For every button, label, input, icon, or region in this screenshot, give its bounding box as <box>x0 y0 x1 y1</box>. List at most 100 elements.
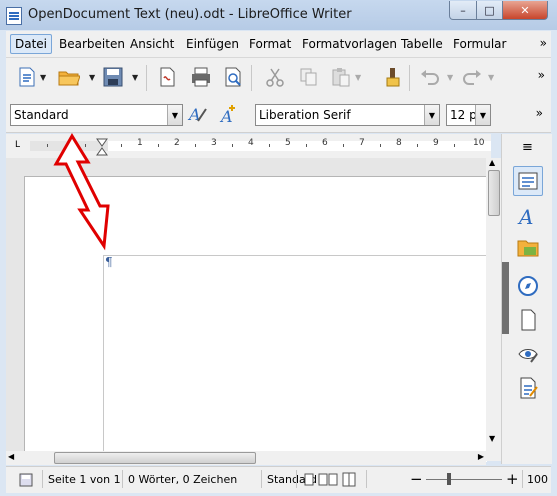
formatting-toolbar-overflow-button[interactable]: » <box>536 106 543 120</box>
document-modified-icon[interactable] <box>19 473 33 487</box>
scroll-left-icon[interactable]: ◀ <box>8 452 14 461</box>
tab-stop-selector[interactable]: L <box>15 140 20 150</box>
multi-page-view-icon[interactable] <box>318 473 338 486</box>
menu-bearbeiten[interactable]: Bearbeiten <box>59 37 125 51</box>
save-icon[interactable] <box>102 66 124 88</box>
ruler-number: 7 <box>359 138 365 148</box>
standard-toolbar-overflow-button[interactable]: » <box>538 68 545 82</box>
zoom-slider-thumb[interactable] <box>447 473 451 485</box>
text-boundary-top <box>103 255 487 256</box>
horizontal-scroll-thumb[interactable] <box>54 452 256 464</box>
update-style-icon[interactable]: A <box>186 103 208 125</box>
navigator-icon[interactable] <box>516 274 540 298</box>
cut-icon[interactable] <box>264 66 286 88</box>
chevron-down-icon[interactable]: ▼ <box>475 105 490 125</box>
menu-bar: Datei Bearbeiten Ansicht Einfügen Format… <box>6 31 551 58</box>
font-name-combobox[interactable]: Liberation Serif ▼ <box>255 104 440 126</box>
chevron-down-icon[interactable]: ▼ <box>167 105 182 125</box>
horizontal-scrollbar[interactable]: ◀ ▶ <box>6 451 486 465</box>
minimize-button[interactable]: – <box>449 1 477 20</box>
font-size-combobox[interactable]: 12 pt ▼ <box>446 104 491 126</box>
sidebar-collapse-handle[interactable] <box>502 262 509 334</box>
toolbar-separator <box>146 65 147 91</box>
open-dropdown-caret[interactable]: ▼ <box>89 73 95 82</box>
redo-dropdown-caret[interactable]: ▼ <box>488 73 494 82</box>
paste-icon[interactable] <box>330 66 352 88</box>
document-area[interactable]: ¶ <box>6 158 487 462</box>
design-icon[interactable] <box>516 376 540 400</box>
vertical-scroll-thumb[interactable] <box>488 170 500 216</box>
ruler-number: 2 <box>174 138 180 148</box>
paste-dropdown-caret[interactable]: ▼ <box>355 73 361 82</box>
indent-marker[interactable] <box>96 138 108 156</box>
menu-overflow-button[interactable]: » <box>540 36 547 50</box>
toolbar-separator <box>409 65 410 91</box>
document-page[interactable]: ¶ <box>24 176 487 462</box>
horizontal-ruler[interactable]: L 1 2 3 4 5 6 7 8 9 10 <box>6 134 491 158</box>
standard-toolbar: ▼ ▼ ▼ ▼ ▼ ▼ » <box>6 58 551 98</box>
chevron-down-icon[interactable]: ▼ <box>424 105 439 125</box>
print-preview-icon[interactable] <box>222 66 244 88</box>
zoom-percent[interactable]: 100 <box>527 473 548 486</box>
gallery-icon[interactable] <box>516 236 540 260</box>
print-icon[interactable] <box>190 66 212 88</box>
svg-text:A: A <box>517 205 533 228</box>
menu-datei[interactable]: Datei <box>10 34 53 54</box>
ruler-number: 3 <box>211 138 217 148</box>
maximize-button[interactable]: □ <box>476 1 503 20</box>
libreoffice-writer-window: OpenDocument Text (neu).odt - LibreOffic… <box>0 0 557 496</box>
close-button[interactable]: ✕ <box>502 1 548 20</box>
scroll-right-icon[interactable]: ▶ <box>478 452 484 461</box>
save-dropdown-caret[interactable]: ▼ <box>132 73 138 82</box>
ruler-number: 10 <box>473 138 485 148</box>
zoom-slider-track[interactable] <box>426 479 502 480</box>
word-count-status[interactable]: 0 Wörter, 0 Zeichen <box>128 473 237 486</box>
text-boundary-left <box>103 255 104 462</box>
title-bar: OpenDocument Text (neu).odt - LibreOffic… <box>0 0 557 30</box>
menu-formular[interactable]: Formular <box>453 37 506 51</box>
menu-format[interactable]: Format <box>249 37 291 51</box>
new-dropdown-caret[interactable]: ▼ <box>40 73 46 82</box>
paragraph-style-value: Standard <box>14 108 69 122</box>
clone-formatting-icon[interactable] <box>383 66 405 88</box>
window-title: OpenDocument Text (neu).odt - LibreOffic… <box>28 7 352 22</box>
manage-changes-icon[interactable] <box>516 342 540 366</box>
ruler-number: 5 <box>285 138 291 148</box>
ruler-number: 8 <box>396 138 402 148</box>
new-document-icon[interactable] <box>16 66 38 88</box>
book-view-icon[interactable] <box>342 471 356 487</box>
sidebar: ≡ A <box>501 134 552 464</box>
page-number-status[interactable]: Seite 1 von 1 <box>48 473 121 486</box>
redo-icon[interactable] <box>461 66 483 88</box>
zoom-out-button[interactable]: − <box>410 470 423 488</box>
menu-formatvorlagen[interactable]: Formatvorlagen <box>302 37 397 51</box>
paragraph-mark: ¶ <box>105 255 113 269</box>
menu-ansicht[interactable]: Ansicht <box>130 37 174 51</box>
open-folder-icon[interactable] <box>58 66 80 88</box>
ruler-number: 4 <box>248 138 254 148</box>
vertical-scrollbar[interactable]: ▲ ▼ <box>486 158 501 461</box>
properties-icon[interactable] <box>513 166 543 196</box>
styles-icon[interactable]: A <box>516 204 540 228</box>
formatting-toolbar: Standard ▼ A A Liberation Serif ▼ 12 pt … <box>6 98 551 133</box>
ruler-number: 6 <box>322 138 328 148</box>
sidebar-menu-button[interactable]: ≡ <box>522 140 533 155</box>
status-bar: Seite 1 von 1 0 Wörter, 0 Zeichen Standa… <box>6 466 551 493</box>
toolbar-separator <box>251 65 252 91</box>
zoom-in-button[interactable]: + <box>506 470 519 488</box>
new-style-icon[interactable]: A <box>218 103 240 125</box>
svg-text:A: A <box>219 107 233 125</box>
page-icon[interactable] <box>516 308 540 332</box>
writer-app-icon <box>6 7 22 25</box>
scroll-down-icon[interactable]: ▼ <box>489 434 495 443</box>
paragraph-style-combobox[interactable]: Standard ▼ <box>10 104 183 126</box>
font-name-value: Liberation Serif <box>259 108 351 122</box>
menu-tabelle[interactable]: Tabelle <box>401 37 443 51</box>
undo-icon[interactable] <box>419 66 441 88</box>
menu-einfuegen[interactable]: Einfügen <box>186 37 239 51</box>
scroll-up-icon[interactable]: ▲ <box>489 158 495 167</box>
undo-dropdown-caret[interactable]: ▼ <box>447 73 453 82</box>
export-pdf-icon[interactable] <box>156 66 178 88</box>
single-page-view-icon[interactable] <box>304 473 314 486</box>
copy-icon[interactable] <box>298 66 320 88</box>
